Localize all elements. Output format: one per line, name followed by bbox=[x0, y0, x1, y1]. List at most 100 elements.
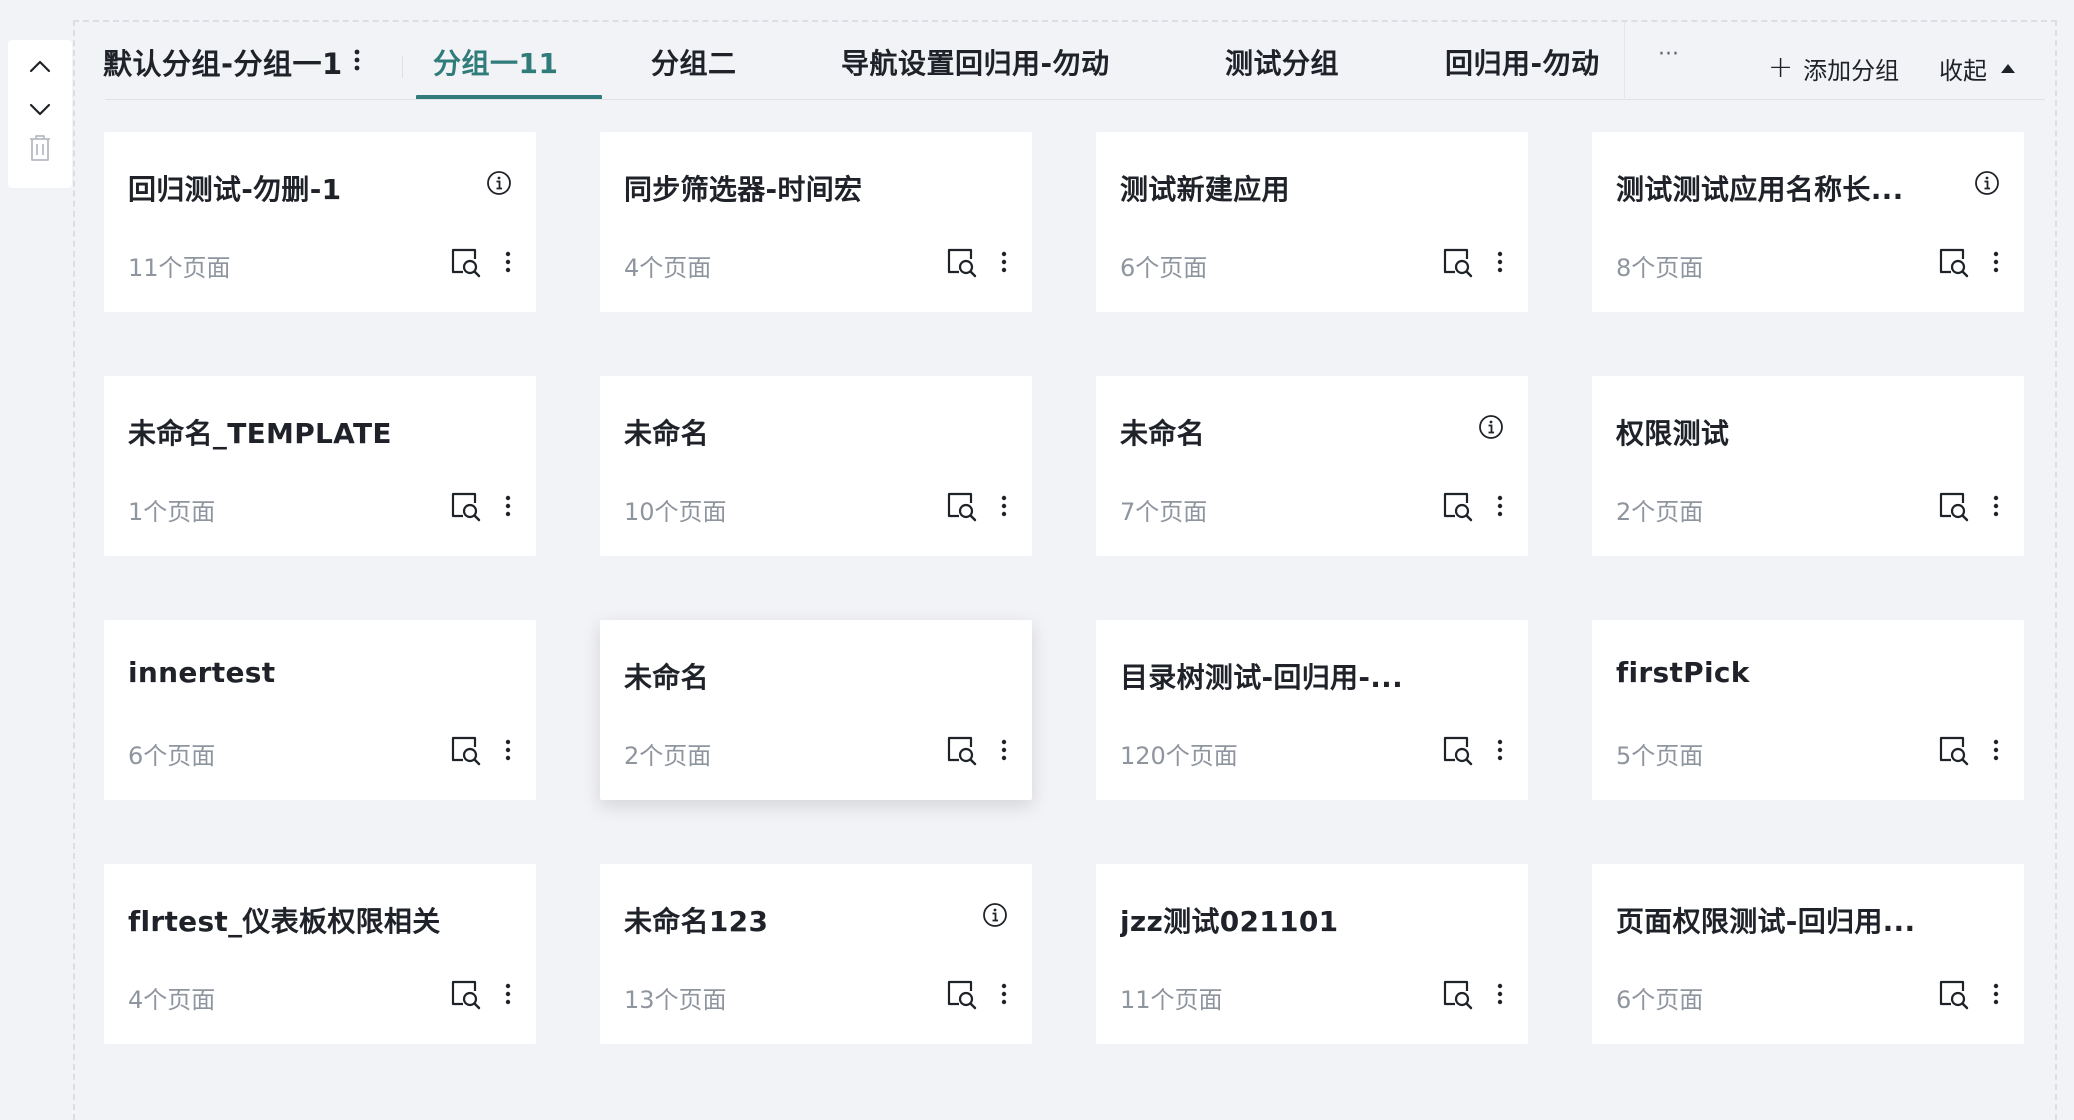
app-card-title: firstPick bbox=[1616, 656, 1750, 689]
app-card-page-count: 13个页面 bbox=[624, 986, 727, 1014]
app-card-page-count: 2个页面 bbox=[1616, 498, 1704, 526]
plus-icon: + bbox=[1768, 50, 1794, 85]
group-more-icon[interactable] bbox=[353, 45, 361, 79]
preview-icon[interactable] bbox=[946, 734, 978, 766]
app-card-page-count: 120个页面 bbox=[1120, 742, 1238, 770]
info-icon[interactable] bbox=[1478, 414, 1504, 440]
side-toolbar bbox=[8, 40, 72, 188]
app-card-title: 权限测试 bbox=[1616, 417, 1730, 450]
app-card[interactable]: 同步筛选器-时间宏 4个页面 bbox=[600, 132, 1032, 312]
app-card-page-count: 6个页面 bbox=[1120, 254, 1208, 282]
app-card[interactable]: 未命名123 13个页面 bbox=[600, 864, 1032, 1044]
app-card-title: jzz测试021101 bbox=[1120, 905, 1339, 938]
app-card[interactable]: 测试测试应用名称长... 8个页面 bbox=[1592, 132, 2024, 312]
preview-icon[interactable] bbox=[1938, 246, 1970, 278]
tabs-right-divider bbox=[1624, 22, 1625, 98]
chevron-up-icon[interactable] bbox=[24, 50, 56, 82]
more-vertical-icon[interactable] bbox=[496, 246, 520, 278]
more-vertical-icon[interactable] bbox=[1984, 246, 2008, 278]
add-group-button[interactable]: + 添加分组 bbox=[1768, 48, 1899, 88]
app-card[interactable]: flrtest_仪表板权限相关 4个页面 bbox=[104, 864, 536, 1044]
app-card-title: 测试新建应用 bbox=[1120, 173, 1290, 206]
app-card-page-count: 6个页面 bbox=[128, 742, 216, 770]
more-vertical-icon[interactable] bbox=[992, 978, 1016, 1010]
app-card-page-count: 11个页面 bbox=[1120, 986, 1223, 1014]
app-card-title: flrtest_仪表板权限相关 bbox=[128, 905, 441, 938]
tab-group-2[interactable]: 分组二 bbox=[651, 42, 737, 100]
more-vertical-icon[interactable] bbox=[1488, 246, 1512, 278]
more-vertical-icon[interactable] bbox=[1488, 734, 1512, 766]
preview-icon[interactable] bbox=[450, 734, 482, 766]
more-vertical-icon[interactable] bbox=[496, 978, 520, 1010]
tab-regression[interactable]: 回归用-勿动 bbox=[1445, 42, 1600, 100]
app-card-title: 回归测试-勿删-1 bbox=[128, 173, 342, 206]
preview-icon[interactable] bbox=[1938, 734, 1970, 766]
more-vertical-icon[interactable] bbox=[1984, 734, 2008, 766]
info-icon[interactable] bbox=[982, 902, 1008, 928]
app-card-title: 未命名_TEMPLATE bbox=[128, 417, 392, 450]
app-card[interactable]: 目录树测试-回归用-... 120个页面 bbox=[1096, 620, 1528, 800]
app-card-page-count: 6个页面 bbox=[1616, 986, 1704, 1014]
app-card[interactable]: 权限测试 2个页面 bbox=[1592, 376, 2024, 556]
info-icon[interactable] bbox=[1974, 170, 2000, 196]
more-vertical-icon[interactable] bbox=[1488, 490, 1512, 522]
info-icon[interactable] bbox=[486, 170, 512, 196]
preview-icon[interactable] bbox=[946, 978, 978, 1010]
tab-test-group[interactable]: 测试分组 bbox=[1225, 42, 1339, 100]
app-card[interactable]: 未命名_TEMPLATE 1个页面 bbox=[104, 376, 536, 556]
group-title[interactable]: 默认分组-分组一1 bbox=[103, 42, 361, 82]
group-header: 默认分组-分组一1 分组一11 分组二 导航设置回归用-勿动 测试分组 回归用-… bbox=[75, 22, 2055, 100]
preview-icon[interactable] bbox=[1442, 734, 1474, 766]
collapse-button[interactable]: 收起 bbox=[1939, 48, 2015, 88]
more-vertical-icon[interactable] bbox=[992, 490, 1016, 522]
preview-icon[interactable] bbox=[1442, 490, 1474, 522]
app-card-page-count: 2个页面 bbox=[624, 742, 712, 770]
tab-group-11[interactable]: 分组一11 bbox=[415, 42, 604, 100]
header-divider bbox=[105, 99, 2045, 100]
preview-icon[interactable] bbox=[450, 978, 482, 1010]
group-title-text: 默认分组-分组一1 bbox=[103, 47, 343, 81]
preview-icon[interactable] bbox=[946, 490, 978, 522]
more-vertical-icon[interactable] bbox=[496, 734, 520, 766]
chevron-down-icon[interactable] bbox=[24, 94, 56, 126]
title-divider bbox=[402, 56, 403, 78]
tab-nav-settings[interactable]: 导航设置回归用-勿动 bbox=[841, 42, 1110, 100]
app-card[interactable]: 未命名 2个页面 bbox=[600, 620, 1032, 800]
app-card-page-count: 1个页面 bbox=[128, 498, 216, 526]
app-card-page-count: 8个页面 bbox=[1616, 254, 1704, 282]
preview-icon[interactable] bbox=[1442, 978, 1474, 1010]
app-card-title: 未命名 bbox=[624, 417, 709, 450]
app-card-title: 未命名123 bbox=[624, 905, 769, 938]
preview-icon[interactable] bbox=[946, 246, 978, 278]
preview-icon[interactable] bbox=[1442, 246, 1474, 278]
app-card-title: 未命名 bbox=[624, 661, 709, 694]
preview-icon[interactable] bbox=[450, 490, 482, 522]
app-card[interactable]: jzz测试021101 11个页面 bbox=[1096, 864, 1528, 1044]
app-card[interactable]: 页面权限测试-回归用... 6个页面 bbox=[1592, 864, 2024, 1044]
app-card[interactable]: firstPick 5个页面 bbox=[1592, 620, 2024, 800]
app-card-page-count: 4个页面 bbox=[128, 986, 216, 1014]
more-vertical-icon[interactable] bbox=[1984, 490, 2008, 522]
preview-icon[interactable] bbox=[1938, 978, 1970, 1010]
more-vertical-icon[interactable] bbox=[992, 734, 1016, 766]
app-card-page-count: 11个页面 bbox=[128, 254, 231, 282]
app-card[interactable]: innertest 6个页面 bbox=[104, 620, 536, 800]
more-tabs-button[interactable]: ··· bbox=[1658, 42, 1679, 82]
trash-icon[interactable] bbox=[24, 132, 56, 164]
app-card[interactable]: 未命名 10个页面 bbox=[600, 376, 1032, 556]
more-vertical-icon[interactable] bbox=[992, 246, 1016, 278]
more-vertical-icon[interactable] bbox=[1488, 978, 1512, 1010]
app-card[interactable]: 回归测试-勿删-1 11个页面 bbox=[104, 132, 536, 312]
caret-up-icon bbox=[2001, 63, 2015, 73]
preview-icon[interactable] bbox=[450, 246, 482, 278]
app-card-title: 同步筛选器-时间宏 bbox=[624, 173, 863, 206]
app-card-page-count: 7个页面 bbox=[1120, 498, 1208, 526]
app-card[interactable]: 测试新建应用 6个页面 bbox=[1096, 132, 1528, 312]
more-vertical-icon[interactable] bbox=[1984, 978, 2008, 1010]
more-vertical-icon[interactable] bbox=[496, 490, 520, 522]
app-card-title: 页面权限测试-回归用... bbox=[1616, 905, 1916, 938]
app-card-title: 目录树测试-回归用-... bbox=[1120, 661, 1404, 694]
preview-icon[interactable] bbox=[1938, 490, 1970, 522]
app-card[interactable]: 未命名 7个页面 bbox=[1096, 376, 1528, 556]
app-card-page-count: 4个页面 bbox=[624, 254, 712, 282]
